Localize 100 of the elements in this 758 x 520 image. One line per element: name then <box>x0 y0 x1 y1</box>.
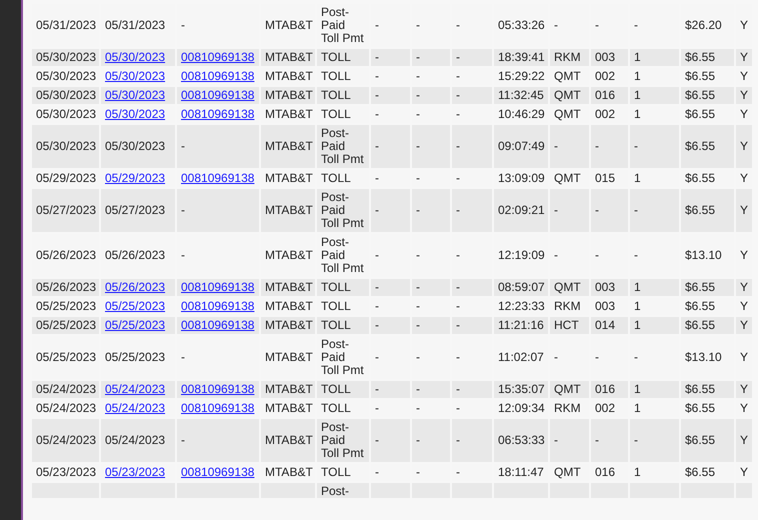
table-cell-text: - <box>415 68 421 85</box>
table-cell-text: - <box>415 432 421 449</box>
table-cell-text: 05/25/2023 <box>104 349 166 366</box>
table-cell-text: MTAB&T <box>264 106 314 123</box>
table-cell-text: 13:09:09 <box>497 170 546 187</box>
table-cell-text: TOLL <box>320 317 352 334</box>
transaction-link[interactable]: 00810969138 <box>181 318 254 332</box>
table-cell-text: MTAB&T <box>264 317 314 334</box>
table-cell-text: MTAB&T <box>264 138 314 155</box>
transaction-link[interactable]: 00810969138 <box>181 88 254 102</box>
transaction-link[interactable]: 00810969138 <box>181 382 254 396</box>
date-link[interactable]: 05/24/2023 <box>105 382 166 396</box>
table-cell-text: - <box>374 279 380 296</box>
transaction-link[interactable]: 00810969138 <box>181 465 254 479</box>
table-cell-text: TOLL <box>320 298 352 315</box>
table-cell-text: $6.55 <box>684 279 716 296</box>
table-cell-text: - <box>374 298 380 315</box>
table-cell-text: $6.55 <box>684 400 716 417</box>
transaction-link[interactable]: 00810969138 <box>181 280 254 294</box>
table-cell-text: - <box>553 17 559 34</box>
table-cell-text: 015 <box>594 170 616 187</box>
table-cell-text: - <box>633 432 639 449</box>
date-link[interactable]: 05/30/2023 <box>105 88 166 102</box>
table-cell-text: 1 <box>633 170 642 187</box>
table-cell-text: - <box>455 381 461 398</box>
date-link[interactable]: 05/25/2023 <box>105 318 166 332</box>
transaction-link[interactable]: 00810969138 <box>181 171 254 185</box>
table-cell-text: - <box>415 87 421 104</box>
table-cell-text: - <box>415 381 421 398</box>
table-cell-text: $6.55 <box>684 138 716 155</box>
table-cell-text: 05/29/2023 <box>35 170 98 187</box>
table-cell-text: QMT <box>553 68 582 85</box>
table-cell-text: RKM <box>553 400 582 417</box>
table-cell-text: - <box>455 138 461 155</box>
date-link[interactable]: 05/30/2023 <box>105 107 166 121</box>
table-cell-text: - <box>455 400 461 417</box>
table-cell-text: - <box>180 349 186 366</box>
date-link[interactable]: 05/30/2023 <box>105 69 166 83</box>
table-cell-text: MTAB&T <box>264 17 314 34</box>
table-cell-text: QMT <box>553 279 582 296</box>
table-cell-text: Post-Paid Toll Pmt <box>320 125 365 168</box>
table-cell-text: - <box>633 247 639 264</box>
table-cell-text: - <box>180 247 186 264</box>
table-cell-text: MTAB&T <box>264 464 314 481</box>
table-cell-text: Y <box>739 138 750 155</box>
table-cell-text: 016 <box>594 464 616 481</box>
table-cell-text: - <box>455 68 461 85</box>
table-cell-text: 1 <box>633 49 642 66</box>
table-cell-text: - <box>374 170 380 187</box>
table-cell-text: Y <box>739 247 750 264</box>
table-cell-text: QMT <box>553 381 582 398</box>
transaction-link[interactable]: 00810969138 <box>181 401 254 415</box>
table-cell-text: 016 <box>594 87 616 104</box>
table-cell-text: Y <box>739 17 750 34</box>
table-cell-text: - <box>455 170 461 187</box>
table-cell-text: - <box>415 247 421 264</box>
table-cell-text: Y <box>739 68 750 85</box>
table-cell-text: 05/25/2023 <box>35 349 98 366</box>
table-cell-text: Y <box>739 106 750 123</box>
table-cell-text: - <box>415 17 421 34</box>
table-cell-text: RKM <box>553 49 582 66</box>
table-cell-text: MTAB&T <box>264 298 314 315</box>
date-link[interactable]: 05/24/2023 <box>105 401 166 415</box>
table-cell-text: - <box>374 317 380 334</box>
table-cell-text: 1 <box>633 87 642 104</box>
table-cell-text: - <box>455 298 461 315</box>
table-cell-text: Y <box>739 279 750 296</box>
transaction-link[interactable]: 00810969138 <box>181 69 254 83</box>
date-link[interactable]: 05/23/2023 <box>105 465 166 479</box>
table-cell-text: 15:35:07 <box>497 381 546 398</box>
table-cell-text: MTAB&T <box>264 87 314 104</box>
table-cell-text: - <box>594 17 600 34</box>
table-cell-text: - <box>415 202 421 219</box>
table-cell-text: MTAB&T <box>264 381 314 398</box>
table-cell-text: $6.55 <box>684 298 716 315</box>
table-cell-text: RKM <box>553 298 582 315</box>
table-cell-text: $6.55 <box>684 202 716 219</box>
table-cell-text: - <box>455 349 461 366</box>
table-cell-text: QMT <box>553 170 582 187</box>
transaction-link[interactable]: 00810969138 <box>181 50 254 64</box>
table-cell-text: - <box>415 400 421 417</box>
transaction-link[interactable]: 00810969138 <box>181 107 254 121</box>
table-cell-text: $6.55 <box>684 87 716 104</box>
table-cell-text: 05/27/2023 <box>104 202 166 219</box>
table-cell-text: - <box>374 464 380 481</box>
table-cell-text: - <box>374 247 380 264</box>
table-cell-text: 05/26/2023 <box>35 279 98 296</box>
table-cell-text: Post-Paid Toll Pmt <box>320 336 365 379</box>
date-link[interactable]: 05/25/2023 <box>105 299 166 313</box>
table-cell-text: - <box>415 317 421 334</box>
date-link[interactable]: 05/29/2023 <box>105 171 166 185</box>
table-cell-text: - <box>455 87 461 104</box>
table-cell-text: 05/27/2023 <box>35 202 98 219</box>
table-cell-text: 08:59:07 <box>497 279 546 296</box>
table-cell-text: Y <box>739 464 750 481</box>
table-cell-text: QMT <box>553 87 582 104</box>
date-link[interactable]: 05/30/2023 <box>105 50 166 64</box>
table-cell-text: MTAB&T <box>264 247 314 264</box>
date-link[interactable]: 05/26/2023 <box>105 280 166 294</box>
transaction-link[interactable]: 00810969138 <box>181 299 254 313</box>
